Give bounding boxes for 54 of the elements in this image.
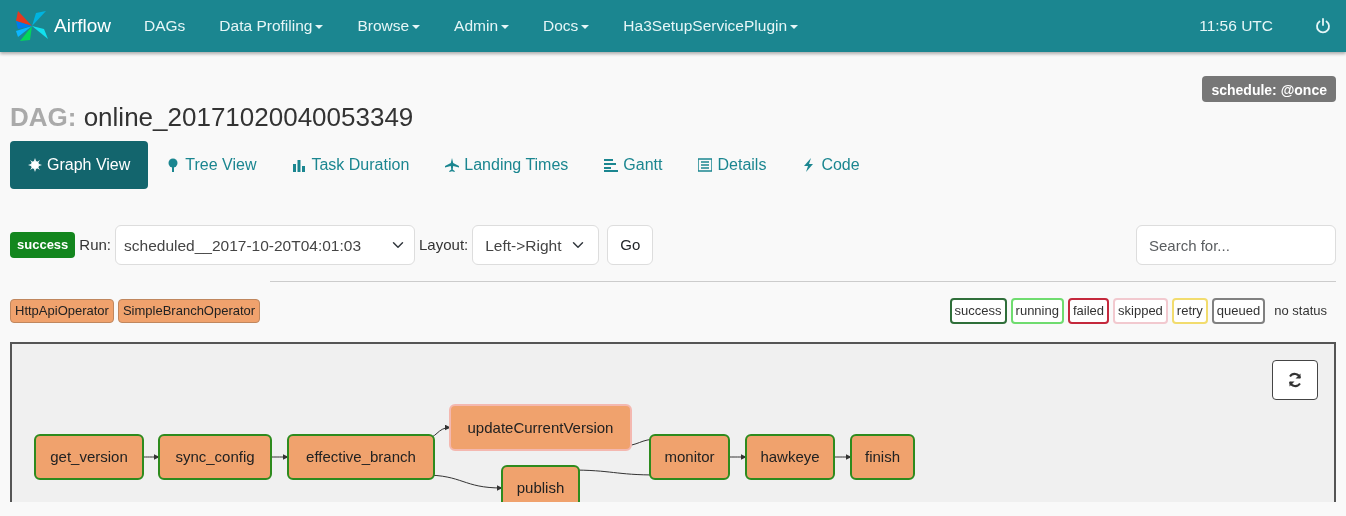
nav-link[interactable]: DAGs [127,14,203,38]
go-button[interactable]: Go [607,225,654,266]
edge-arrow [142,453,160,460]
task-node[interactable]: get_version [34,433,144,480]
schedule-badge: schedule: @once [1202,76,1336,102]
gantt-icon [604,158,619,173]
task-node[interactable]: finish [850,433,915,480]
view-tab[interactable]: Details [680,141,785,190]
operator-tag: SimpleBranchOperator [117,299,261,323]
run-select[interactable]: scheduled__2017-10-20T04:01:03 [115,225,415,266]
view-tab[interactable]: Code [784,141,878,190]
edge-arrow [728,453,747,460]
run-label: Run: [79,234,111,255]
edge-arrow [833,453,852,460]
bar-chart-icon [292,158,307,173]
view-tab[interactable]: Graph View [10,141,149,190]
status-legend-tag: success [949,298,1007,324]
status-legend-tag: running [1010,298,1064,324]
nav-menu[interactable]: Ha3SetupServicePlugin [606,14,816,38]
status-legend-text: no status [1273,302,1328,321]
status-legend-tag: skipped [1113,298,1168,324]
state-badge: success [10,232,76,258]
view-tab[interactable]: Task Duration [274,141,428,190]
refresh-icon [1286,370,1304,389]
status-legend-tag: failed [1067,298,1110,324]
operator-tag: HttpApiOperator [10,299,114,323]
view-tab[interactable]: Landing Times [427,141,587,190]
view-tab[interactable]: Gantt [586,141,681,190]
refresh-button[interactable] [1272,359,1318,400]
task-node[interactable]: publish [501,464,580,502]
power-icon[interactable] [1314,17,1332,35]
sun-icon [28,158,42,173]
nav-menu[interactable]: Data Profiling [202,14,341,38]
task-node[interactable]: effective_branch [287,433,435,480]
nav-menu[interactable]: Docs [526,14,607,38]
status-legend-tag: queued [1211,298,1266,324]
clock-text: 11:56 UTC [1198,16,1274,37]
task-node[interactable]: updateCurrentVersion [449,403,632,451]
list-icon [698,158,713,173]
nav-menu[interactable]: Browse [340,14,438,38]
dag-title: DAG: online_20171020040053349 [10,102,415,134]
task-node[interactable]: sync_config [158,433,272,480]
nav-menu[interactable]: Admin [437,14,527,38]
plane-icon [445,158,460,173]
view-tab[interactable]: Tree View [148,141,275,190]
pinwheel-logo-icon [14,9,50,43]
layout-select[interactable]: Left->Right [472,225,600,266]
brand-link[interactable]: Airflow [14,9,111,43]
search-field[interactable]: Search for... [1136,225,1336,266]
task-node[interactable]: monitor [649,433,730,480]
edge-arrow [270,453,289,460]
status-legend-tag: retry [1171,298,1208,324]
layout-label: Layout: [419,234,469,255]
task-node[interactable]: hawkeye [745,433,835,480]
